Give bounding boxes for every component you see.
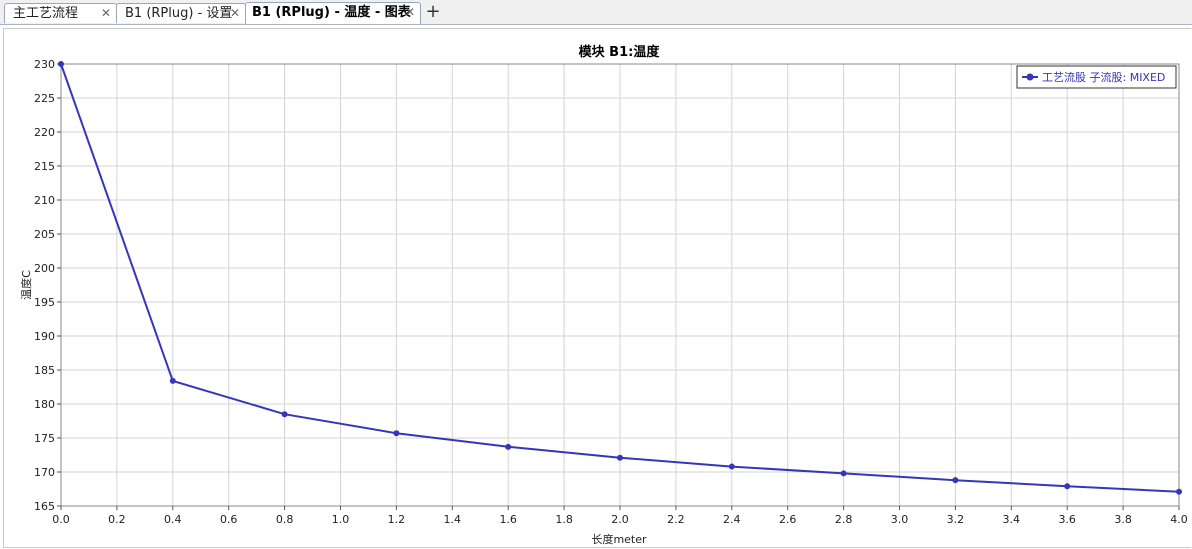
x-tick-label: 0.8 [276, 513, 294, 526]
y-tick-label: 170 [34, 466, 55, 479]
y-tick-label: 190 [34, 330, 55, 343]
tab-label: B1 (RPlug) - 温度 - 图表 [252, 5, 411, 20]
temperature-chart: 0.0 0.2 0.4 0.6 0.8 1.0 1.2 1.4 1.6 1.8 2.0 2.2 2.4 2… [19, 44, 1188, 546]
x-tick-label: 3.4 [1003, 513, 1021, 526]
data-point [728, 463, 735, 470]
x-tick-label: 0.0 [52, 513, 70, 526]
y-tick-label: 220 [34, 126, 55, 139]
x-tick-label: 2.4 [723, 513, 741, 526]
data-point [840, 470, 847, 477]
data-point [952, 477, 959, 484]
x-tick-label: 1.4 [444, 513, 462, 526]
x-tick-label: 1.0 [332, 513, 350, 526]
close-icon[interactable]: ✕ [405, 3, 415, 22]
data-point [58, 61, 64, 67]
y-tick-label: 225 [34, 92, 55, 105]
data-point [281, 411, 288, 418]
y-tick-label: 210 [34, 194, 55, 207]
x-tick-label: 3.6 [1058, 513, 1076, 526]
x-tick-label: 2.8 [835, 513, 853, 526]
x-tick-label: 1.8 [555, 513, 573, 526]
x-tick-label: 0.2 [108, 513, 126, 526]
y-tick-label: 230 [34, 58, 55, 71]
y-tick-label: 205 [34, 228, 55, 241]
y-tick-label: 175 [34, 432, 55, 445]
x-axis-label: 长度meter [591, 532, 647, 546]
data-point [617, 454, 623, 461]
x-tick-label: 1.2 [388, 513, 406, 526]
data-point [505, 443, 512, 450]
chart-grid [60, 63, 1180, 507]
x-tick-label: 0.4 [164, 513, 182, 526]
legend-label: 工艺流股 子流股: MIXED [1042, 70, 1165, 84]
data-point [1176, 488, 1182, 495]
y-tick-label: 195 [34, 296, 55, 309]
y-tick-label: 185 [34, 364, 55, 377]
y-tick-label: 215 [34, 160, 55, 173]
x-tick-label: 1.6 [499, 513, 517, 526]
legend-marker [1026, 73, 1034, 81]
tab-b1-temperature-chart[interactable]: B1 (RPlug) - 温度 - 图表 ✕ [245, 2, 421, 24]
legend: 工艺流股 子流股: MIXED [1016, 65, 1177, 89]
x-axis-ticks: 0.0 0.2 0.4 0.6 0.8 1.0 1.2 1.4 1.6 1.8 2.0 2.2 2.4 2… [52, 506, 1188, 526]
x-tick-label: 2.0 [611, 513, 629, 526]
x-tick-label: 0.6 [220, 513, 238, 526]
y-tick-label: 180 [34, 398, 55, 411]
data-point [393, 430, 400, 437]
x-tick-label: 4.0 [1170, 513, 1188, 526]
x-tick-label: 3.8 [1114, 513, 1132, 526]
x-tick-label: 2.6 [779, 513, 797, 526]
x-tick-label: 3.2 [947, 513, 965, 526]
chart-title: 模块 B1:温度 [579, 44, 661, 60]
y-axis-label: 温度C [19, 270, 33, 300]
data-point [1064, 483, 1071, 490]
x-tick-label: 3.0 [891, 513, 909, 526]
y-tick-label: 165 [34, 500, 55, 513]
x-tick-label: 2.2 [667, 513, 685, 526]
data-point [169, 377, 176, 384]
y-axis-ticks: 165 170 175 180 185 190 195 200 205 210 215 220 225 2… [34, 58, 61, 513]
y-tick-label: 200 [34, 262, 55, 275]
